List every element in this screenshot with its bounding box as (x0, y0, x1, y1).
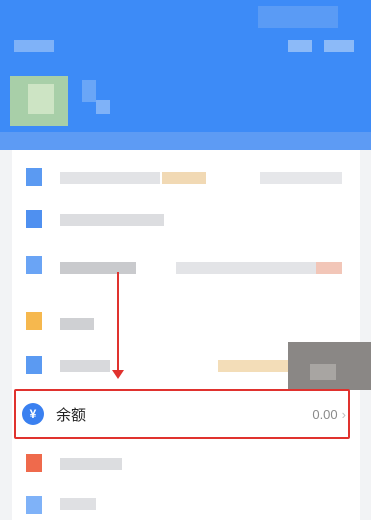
blurred-icon (26, 168, 42, 186)
blurred-text (60, 360, 110, 372)
blurred-block (258, 6, 338, 28)
blurred-text (60, 172, 160, 184)
blurred-block (96, 100, 110, 114)
blurred-block (288, 40, 312, 52)
annotation-arrow-line (117, 272, 119, 372)
blurred-block (324, 40, 354, 52)
blurred-block (310, 364, 336, 380)
blurred-badge (218, 360, 288, 372)
avatar-detail (28, 84, 54, 114)
blurred-block (14, 40, 54, 52)
blurred-icon (26, 356, 42, 374)
highlight-box (14, 389, 350, 439)
blurred-icon (26, 454, 42, 472)
blurred-icon (26, 256, 42, 274)
blurred-badge (162, 172, 206, 184)
blurred-text (60, 318, 94, 330)
blurred-text (60, 262, 136, 274)
blurred-overlay (288, 342, 371, 390)
blurred-icon (26, 210, 42, 228)
blurred-text (60, 498, 96, 510)
blurred-text (176, 262, 316, 274)
header-stripe (0, 132, 371, 150)
blurred-block (82, 80, 96, 102)
blurred-header (0, 0, 371, 150)
blurred-icon (26, 312, 42, 330)
blurred-badge (316, 262, 342, 274)
blurred-icon (26, 496, 42, 514)
blurred-text (60, 214, 164, 226)
annotation-arrow-head (112, 370, 124, 379)
blurred-text (260, 172, 342, 184)
blurred-text (60, 458, 122, 470)
